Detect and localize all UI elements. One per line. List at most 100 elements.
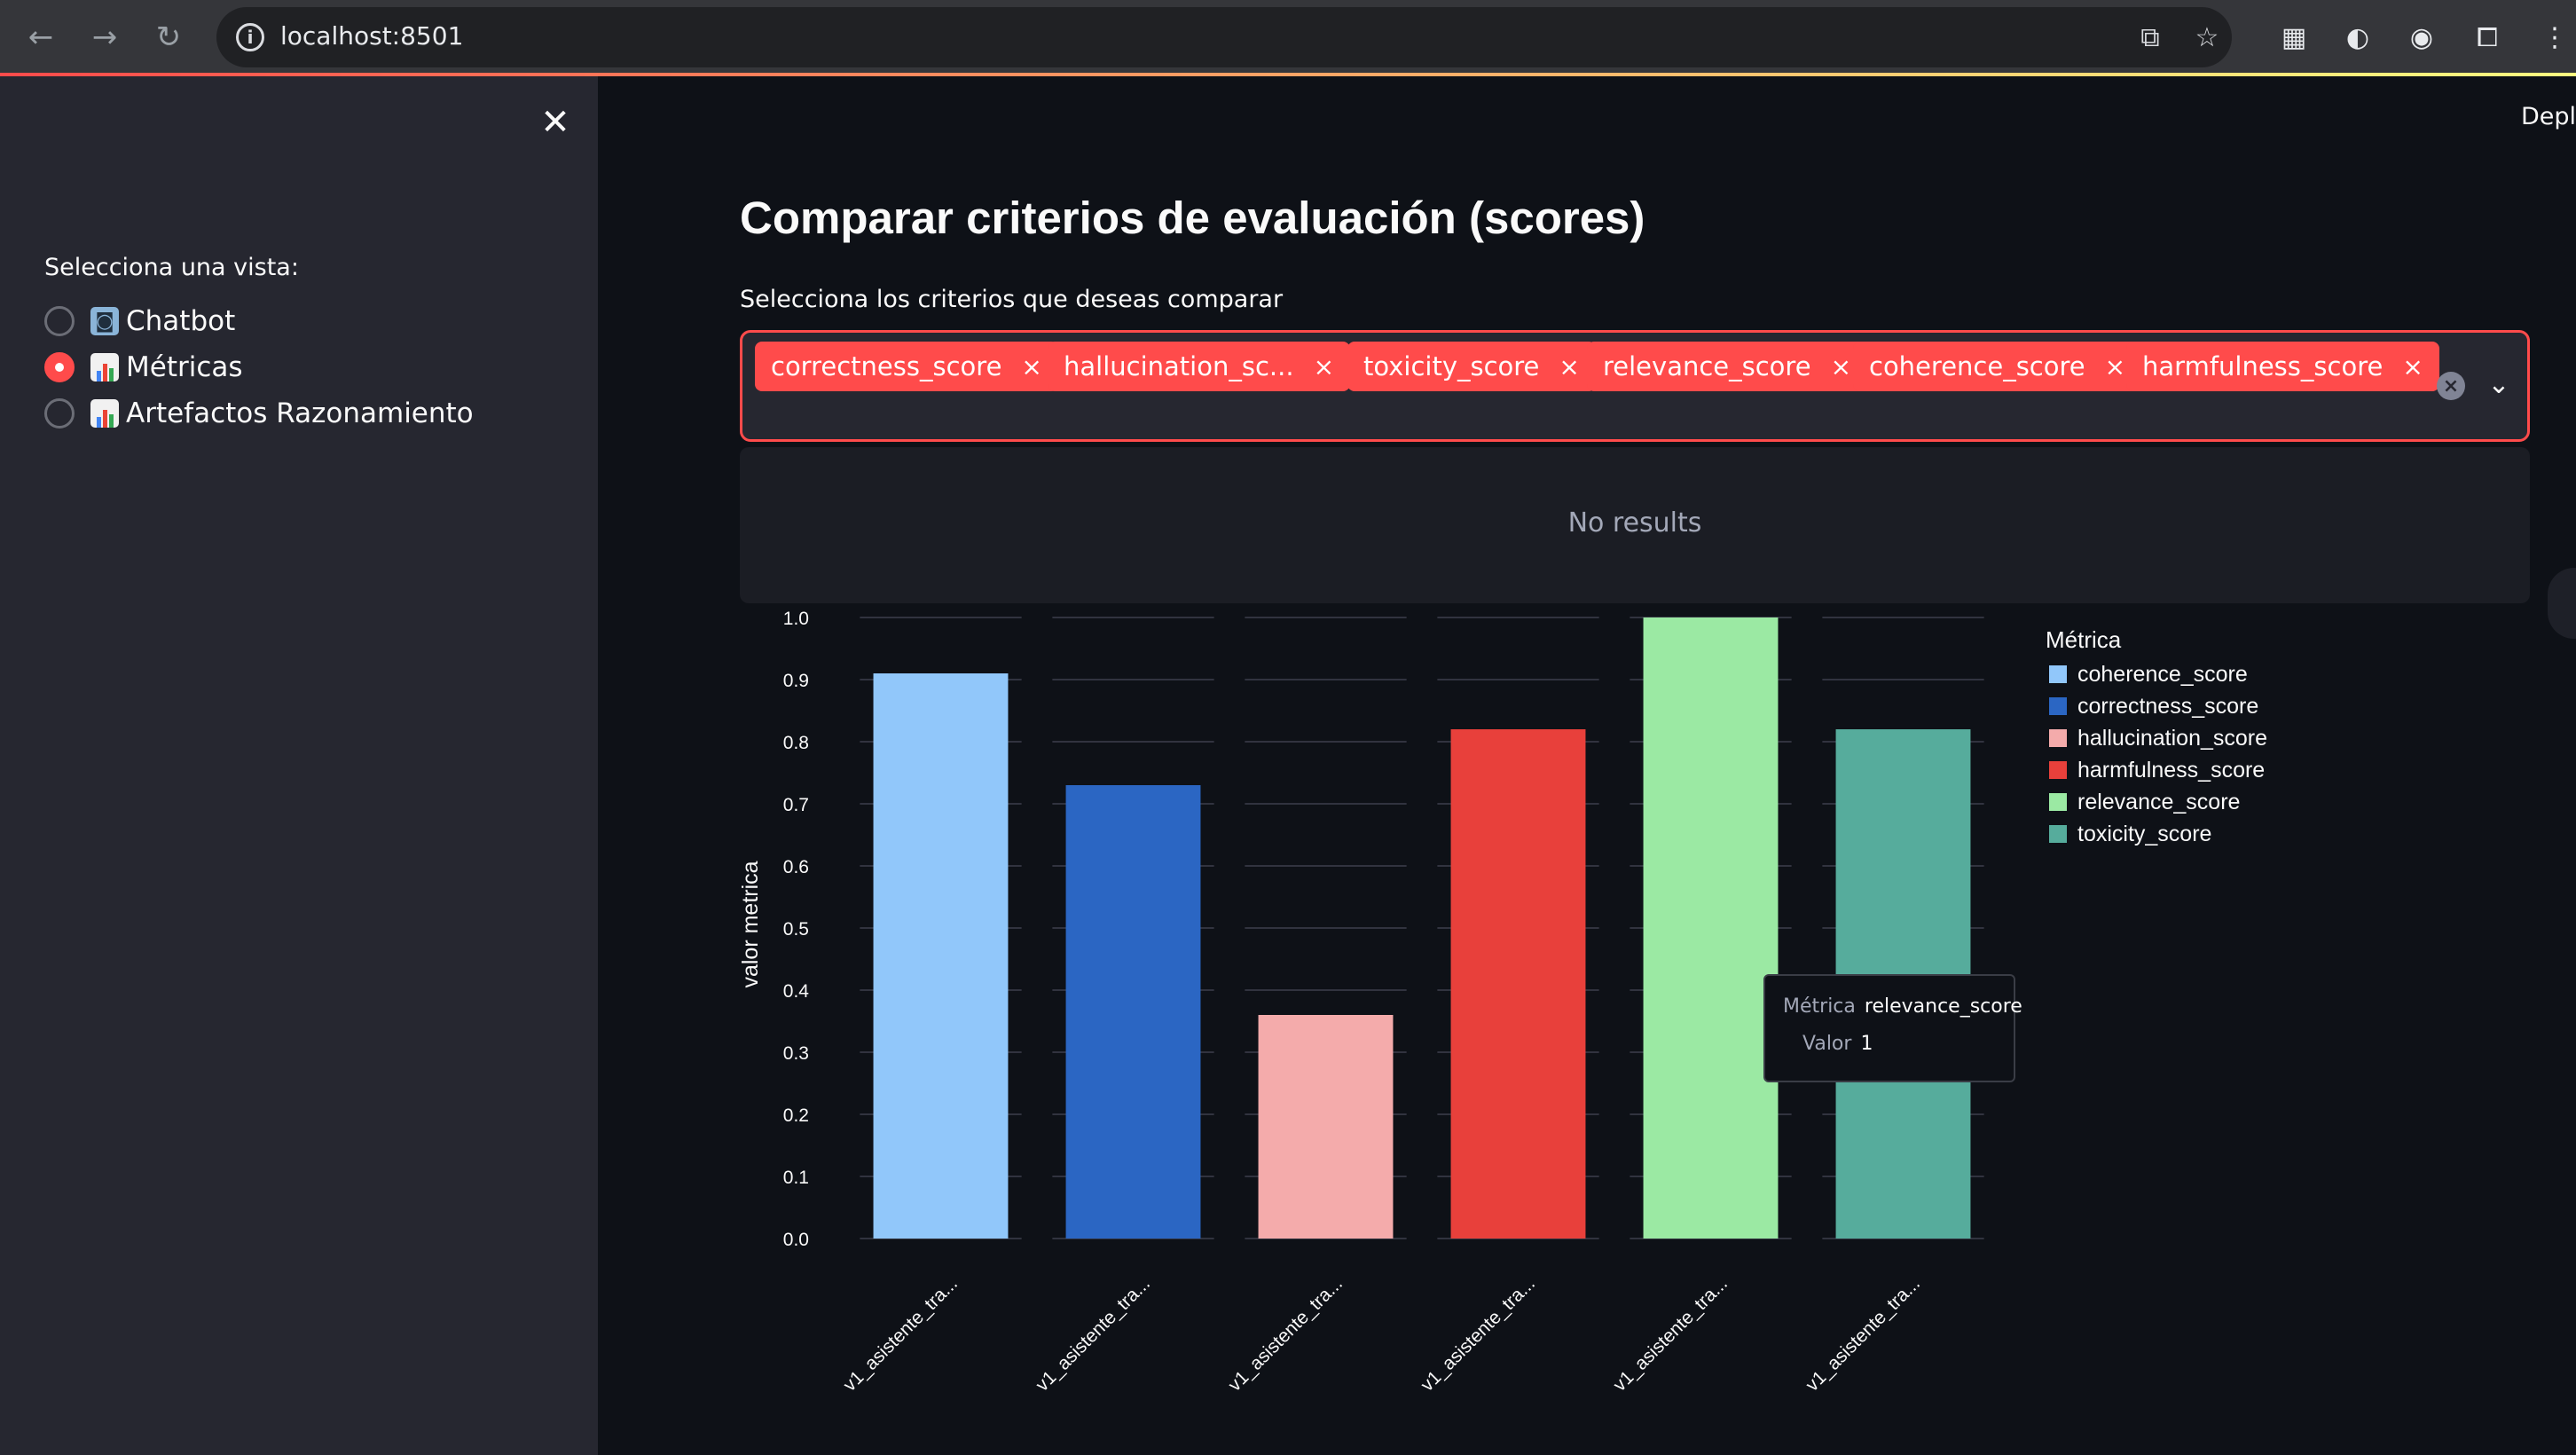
close-icon[interactable]: ✕ — [536, 102, 575, 143]
y-tick-label: 0.1 — [783, 1168, 809, 1188]
back-arrow-icon[interactable]: ← — [16, 12, 66, 62]
chip-label: hallucination_sc... — [1064, 351, 1294, 381]
reload-icon[interactable]: ↻ — [144, 12, 193, 62]
bar-correctness-score[interactable] — [1065, 785, 1201, 1239]
radio-option-chatbot[interactable]: ◙ Chatbot — [44, 300, 541, 342]
legend-swatch[interactable] — [2049, 697, 2067, 715]
chip-label: relevance_score — [1603, 351, 1811, 381]
tooltip-value: 1 — [1860, 1033, 1873, 1055]
legend-item-label[interactable]: relevance_score — [2077, 790, 2240, 814]
chip-label: coherence_score — [1869, 351, 2085, 381]
puzzle-icon[interactable]: ⧠ — [2468, 18, 2507, 57]
remove-chip-icon[interactable]: × — [2105, 352, 2125, 381]
no-results-message: No results — [1567, 507, 1702, 539]
star-icon[interactable]: ☆ — [2189, 20, 2225, 55]
x-tick-label: v1_asistente_tra... — [1802, 1273, 1924, 1396]
y-tick-label: 0.5 — [783, 919, 809, 940]
remove-chip-icon[interactable]: × — [1314, 352, 1334, 381]
y-tick-label: 0.4 — [783, 981, 810, 1002]
extension-icon[interactable]: ◉ — [2402, 18, 2441, 57]
remove-chip-icon[interactable]: × — [1559, 352, 1579, 381]
scroll-handle[interactable] — [2548, 568, 2576, 639]
bars — [873, 617, 1971, 1239]
chip-label: harmfulness_score — [2142, 351, 2384, 381]
translate-icon[interactable]: ⧉ — [2132, 20, 2168, 55]
legend-title: Métrica — [2046, 626, 2122, 653]
y-tick-label: 0.6 — [783, 857, 809, 877]
bar-relevance-score[interactable] — [1643, 617, 1779, 1239]
bar-chart-icon — [90, 353, 119, 381]
tooltip-value: relevance_score — [1864, 995, 2022, 1018]
view-selector-label: Selecciona una vista: — [44, 254, 299, 281]
chevron-down-icon[interactable]: ⌄ — [2483, 368, 2515, 400]
qr-code-icon[interactable]: ▦ — [2274, 18, 2313, 57]
remove-chip-icon[interactable]: × — [1021, 352, 1041, 381]
legend-swatch[interactable] — [2049, 825, 2067, 843]
legend-item-label[interactable]: hallucination_score — [2077, 726, 2267, 751]
legend-swatch[interactable] — [2049, 793, 2067, 811]
gridlines — [860, 617, 1984, 1239]
browser-toolbar: ← → ↻ i localhost:8501 ⧉ ☆ ▦ ◐ ◉ ⧠ ⋮ — [0, 0, 2576, 75]
y-tick-label: 1.0 — [783, 609, 809, 629]
url-text[interactable]: localhost:8501 — [280, 21, 463, 51]
clear-all-icon[interactable]: × — [2437, 372, 2465, 400]
site-info-icon[interactable]: i — [236, 23, 264, 51]
chip-toxicity-score[interactable]: toxicity_score × — [1347, 342, 1596, 391]
chip-hallucination-score[interactable]: hallucination_sc... × — [1048, 342, 1351, 391]
legend-item-label[interactable]: harmfulness_score — [2077, 758, 2265, 783]
multiselect-label: Selecciona los criterios que deseas comp… — [740, 286, 1284, 313]
y-tick-labels: 0.0 0.1 0.2 0.3 0.4 0.5 0.6 0.7 0.8 0.9 1.0 — [783, 609, 810, 1250]
tooltip-key: Valor — [1802, 1033, 1852, 1055]
x-tick-label: v1_asistente_tra... — [1609, 1273, 1732, 1396]
chip-relevance-score[interactable]: relevance_score × — [1587, 342, 1868, 391]
criteria-multiselect[interactable]: correctness_score × hallucination_sc... … — [740, 330, 2530, 442]
page-title: Comparar criterios de evaluación (scores… — [740, 193, 1645, 243]
dropdown-options-panel: No results — [740, 447, 2530, 603]
chip-label: toxicity_score — [1363, 351, 1540, 381]
radio-button-selected[interactable] — [44, 352, 75, 382]
x-tick-label: v1_asistente_tra... — [839, 1273, 962, 1396]
y-tick-label: 0.2 — [783, 1105, 809, 1126]
metrics-bar-chart: 0.0 0.1 0.2 0.3 0.4 0.5 0.6 0.7 0.8 0.9 1.0 v1_asi… — [738, 609, 2267, 1396]
legend-swatch[interactable] — [2049, 761, 2067, 779]
x-tick-label: v1_asistente_tra... — [1032, 1273, 1154, 1396]
deploy-button[interactable]: Deplo — [2521, 103, 2576, 130]
y-axis-label: valor metrica — [738, 861, 763, 987]
legend-swatch[interactable] — [2049, 729, 2067, 747]
x-tick-labels: v1_asistente_tra... v1_asistente_tra... v1… — [839, 1273, 1924, 1396]
remove-chip-icon[interactable]: × — [2402, 352, 2423, 381]
profile-icon[interactable]: ⋮ — [2535, 18, 2574, 57]
radio-option-metricas[interactable]: Métricas — [44, 346, 541, 389]
chip-harmfulness-score[interactable]: harmfulness_score × — [2126, 342, 2439, 391]
y-tick-label: 0.3 — [783, 1043, 809, 1064]
radio-label: Métricas — [126, 351, 243, 383]
extension-icon[interactable]: ◐ — [2338, 18, 2377, 57]
y-tick-label: 0.0 — [783, 1230, 809, 1250]
sidebar: ✕ Selecciona una vista: ◙ Chatbot Métric… — [0, 76, 598, 1455]
bar-coherence-score[interactable] — [873, 673, 1009, 1239]
legend-item-label[interactable]: coherence_score — [2077, 662, 2248, 687]
bar-harmfulness-score[interactable] — [1450, 729, 1586, 1239]
chip-label: correctness_score — [771, 351, 1002, 381]
x-tick-label: v1_asistente_tra... — [1224, 1273, 1347, 1396]
bar-chart-icon — [90, 399, 119, 428]
address-bar[interactable]: i localhost:8501 ⧉ ☆ — [216, 7, 2232, 67]
radio-button[interactable] — [44, 398, 75, 429]
forward-arrow-icon[interactable]: → — [80, 12, 130, 62]
robot-icon: ◙ — [90, 307, 119, 335]
legend: Métrica coherence_score correctness_score… — [2046, 626, 2267, 846]
radio-label: Chatbot — [126, 305, 236, 337]
radio-option-artefactos[interactable]: Artefactos Razonamiento — [44, 392, 541, 435]
legend-item-label[interactable]: toxicity_score — [2077, 822, 2211, 846]
bar-hallucination-score[interactable] — [1258, 1015, 1394, 1239]
chip-coherence-score[interactable]: coherence_score × — [1853, 342, 2142, 391]
chip-correctness-score[interactable]: correctness_score × — [755, 342, 1058, 391]
tooltip-key: Métrica — [1783, 995, 1856, 1018]
legend-item-label[interactable]: correctness_score — [2077, 694, 2258, 719]
legend-swatch[interactable] — [2049, 665, 2067, 683]
remove-chip-icon[interactable]: × — [1831, 352, 1851, 381]
y-tick-label: 0.7 — [783, 795, 809, 815]
x-tick-label: v1_asistente_tra... — [1417, 1273, 1539, 1396]
radio-button[interactable] — [44, 306, 75, 336]
chart-tooltip: Métrica relevance_score Valor 1 — [1763, 974, 2022, 1082]
